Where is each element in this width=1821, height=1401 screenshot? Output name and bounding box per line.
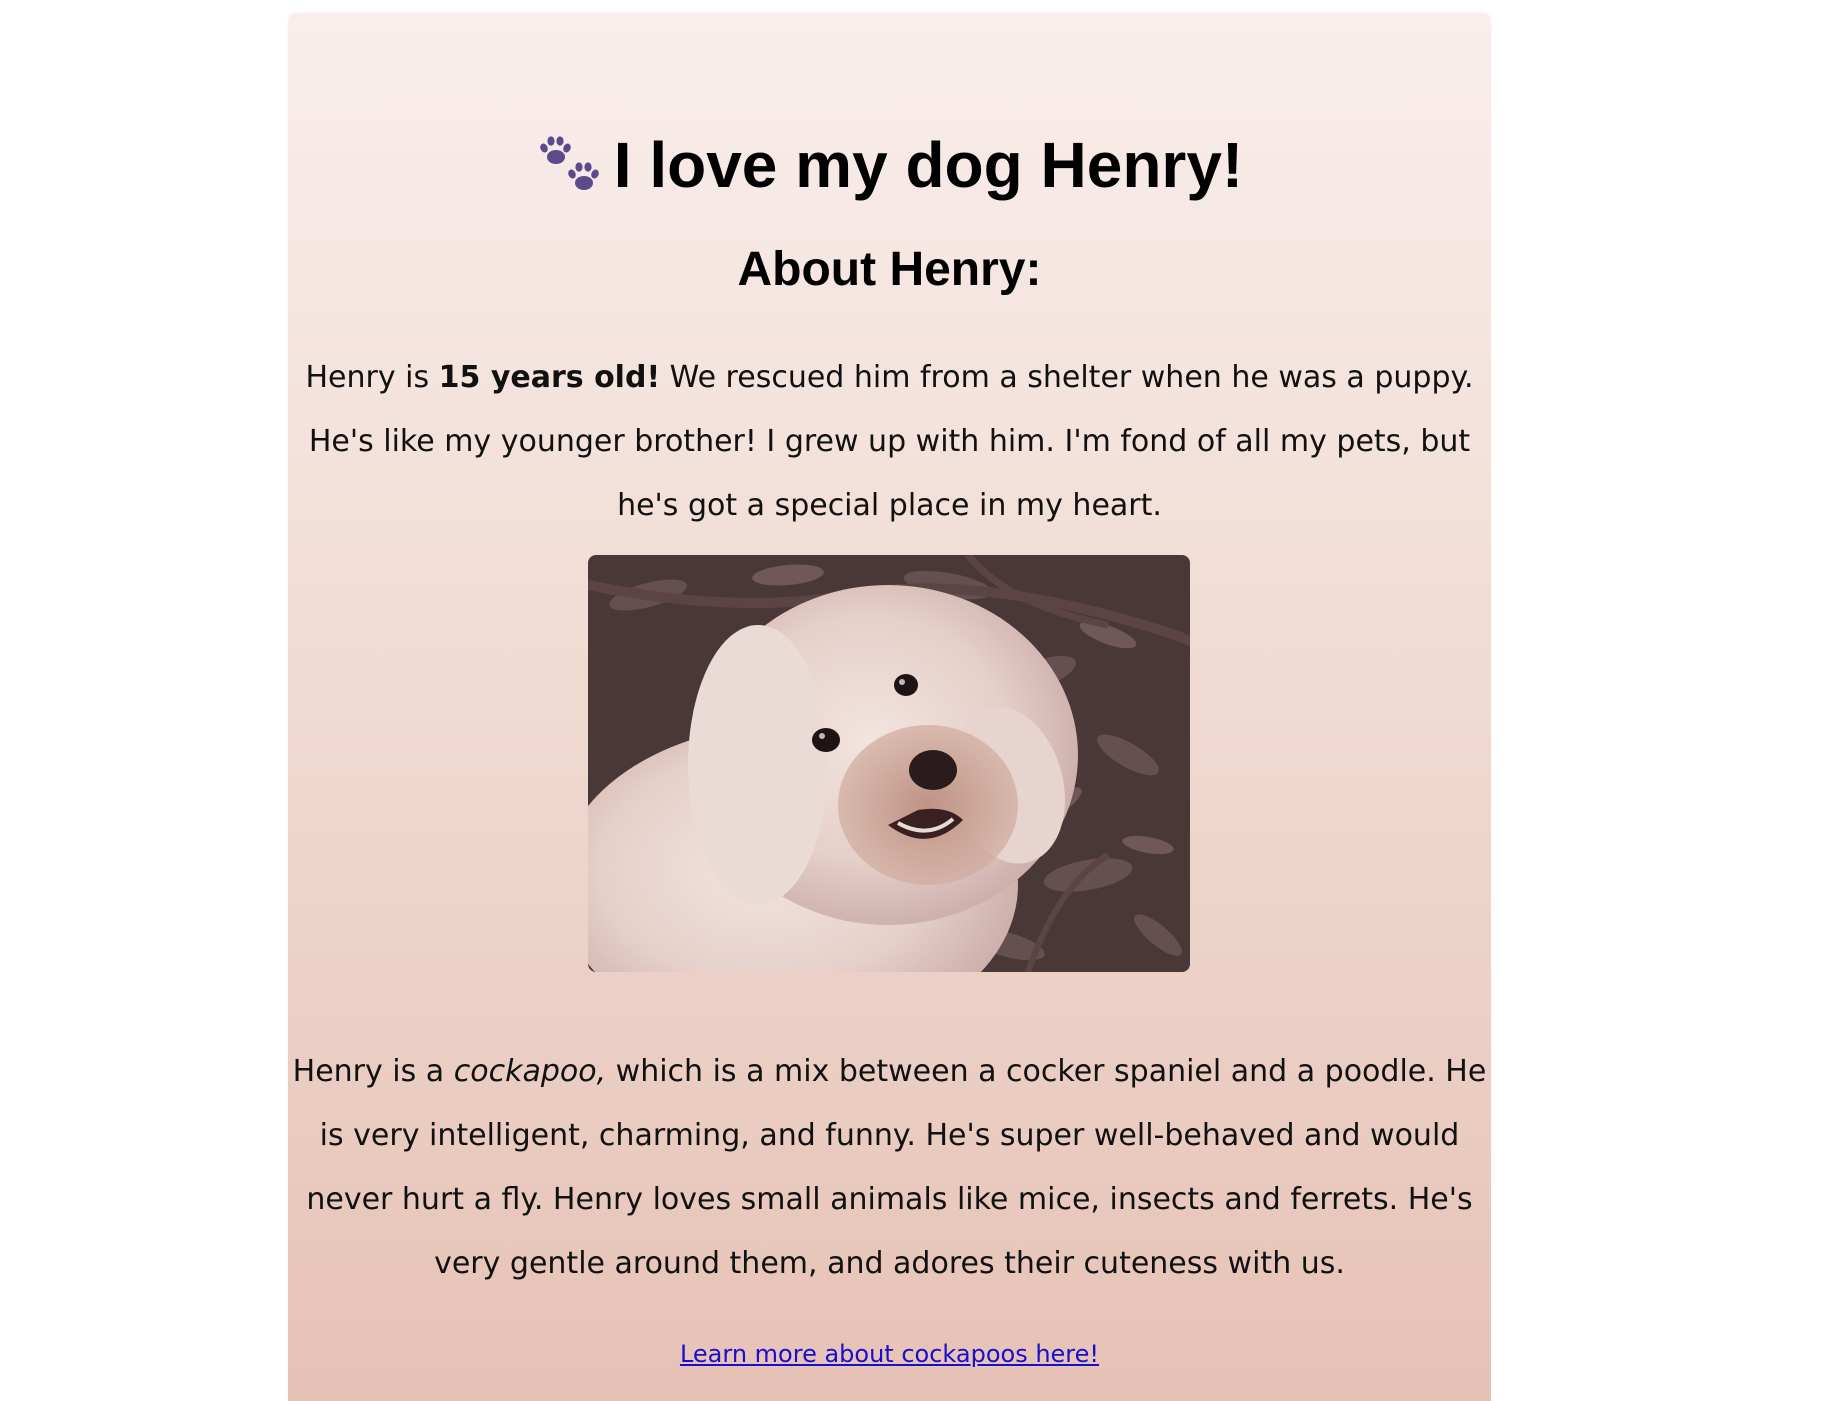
paw-prints-icon bbox=[539, 136, 599, 190]
intro-age-highlight: 15 years old! bbox=[438, 360, 661, 395]
dog-photo bbox=[588, 555, 1190, 972]
intro-text-start: Henry is bbox=[305, 360, 439, 395]
breed-name: cockapoo, bbox=[453, 1054, 607, 1089]
learn-more-link[interactable]: Learn more about cockapoos here! bbox=[288, 1340, 1491, 1368]
page-title: I love my dog Henry! bbox=[288, 121, 1491, 209]
page-title-text: I love my dog Henry! bbox=[613, 129, 1244, 201]
dog-photo-illustration bbox=[588, 555, 1190, 972]
content-card: I love my dog Henry! About Henry: Henry … bbox=[288, 13, 1491, 1401]
intro-paragraph: Henry is 15 years old! We rescued him fr… bbox=[288, 346, 1491, 538]
description-text-start: Henry is a bbox=[292, 1054, 454, 1089]
description-paragraph: Henry is a cockapoo, which is a mix betw… bbox=[288, 1040, 1491, 1296]
section-heading: About Henry: bbox=[737, 243, 1042, 296]
